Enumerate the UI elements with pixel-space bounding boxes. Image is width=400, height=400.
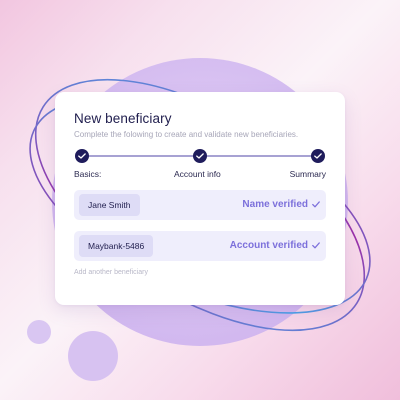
check-icon (312, 242, 320, 249)
step-summary-check-icon[interactable] (311, 149, 325, 163)
account-verified-label: Account verified (229, 240, 308, 251)
step-label-account-info[interactable]: Account info (174, 169, 221, 179)
beneficiary-name-row: Jane Smith Name verified (74, 190, 326, 220)
step-account-info-check-icon[interactable] (193, 149, 207, 163)
beneficiary-account-row: Maybank-5486 Account verified (74, 231, 326, 261)
step-basics-check-icon[interactable] (75, 149, 89, 163)
new-beneficiary-card: New beneficiary Complete the folowing to… (55, 92, 345, 305)
form-subtitle: Complete the folowing to create and vali… (74, 130, 299, 139)
decor-circle-small (27, 320, 51, 344)
beneficiary-account-field[interactable]: Maybank-5486 (79, 235, 154, 257)
name-verified-label: Name verified (242, 199, 308, 210)
step-label-basics[interactable]: Basics: (74, 169, 101, 179)
account-verified-status: Account verified (230, 240, 320, 251)
step-label-summary[interactable]: Summary (290, 169, 326, 179)
check-icon (312, 201, 320, 208)
decor-circle-medium (68, 331, 118, 381)
form-title: New beneficiary (74, 111, 172, 126)
beneficiary-name-field[interactable]: Jane Smith (79, 194, 140, 216)
name-verified-status: Name verified (242, 199, 320, 210)
add-another-beneficiary-link[interactable]: Add another beneficiary (74, 269, 148, 276)
